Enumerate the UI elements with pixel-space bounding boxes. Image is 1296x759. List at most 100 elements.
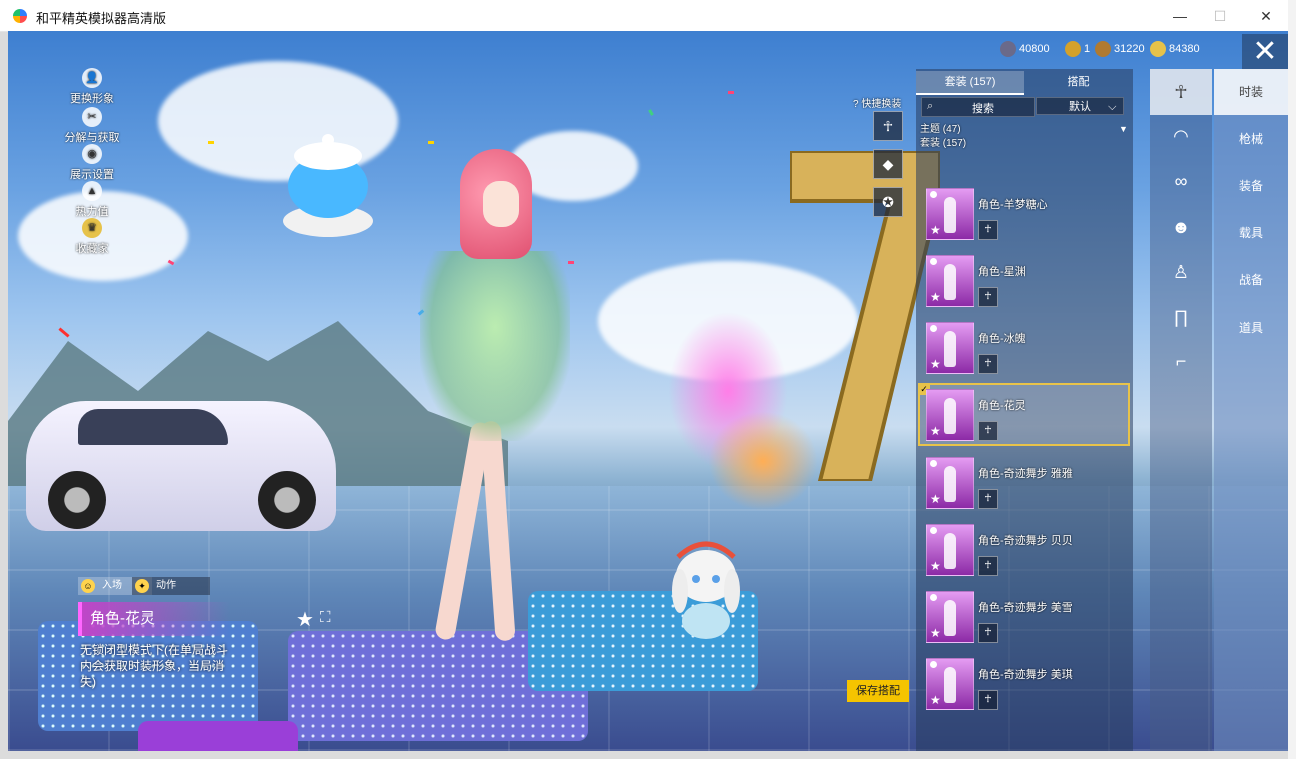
tab-outfits[interactable]: 套装 (157) (916, 71, 1024, 95)
outfit-item-6[interactable]: ★ 角色-奇迹舞步 贝贝 ☥ (920, 520, 1128, 582)
currency-diamond: 84380 (1150, 41, 1200, 59)
top-icon: ♙ (1172, 262, 1190, 282)
confetti (728, 91, 734, 94)
quick-slot-2[interactable]: ◆ (873, 149, 903, 179)
category-top[interactable]: ♙ (1150, 249, 1212, 295)
diamond-icon (1150, 41, 1166, 57)
bunny-companion (672, 541, 740, 639)
category-mask[interactable]: ☻ (1150, 204, 1212, 250)
currency-coin: 1 (1065, 41, 1090, 59)
floating-pet (283, 134, 373, 237)
category-full-body[interactable]: ☥ (1150, 69, 1212, 115)
medal-icon (1095, 41, 1111, 57)
car-wheel (48, 471, 106, 529)
outfit-thumbnail: ★ (926, 524, 974, 576)
character-face (483, 181, 519, 227)
figure-icon[interactable]: ☥ (978, 556, 998, 576)
menu-decompose[interactable]: ✂ 分解与获取 (62, 107, 122, 145)
star-icon: ★ (930, 223, 941, 237)
star-icon: ★ (930, 559, 941, 573)
car-window (78, 409, 228, 445)
maximize-button[interactable]: ☐ (1200, 6, 1240, 26)
close-wardrobe-button[interactable]: ✕ (1242, 34, 1288, 70)
quick-slot-3[interactable]: ✪ (873, 187, 903, 217)
figure-icon[interactable]: ☥ (978, 287, 998, 307)
outfit-thumbnail: ★ (926, 322, 974, 374)
outfit-thumbnail: ★ (926, 188, 974, 240)
category-pants[interactable]: ∏ (1150, 294, 1212, 340)
close-window-button[interactable]: ✕ (1246, 6, 1286, 26)
outfit-description: 无锁闭型模式下(在单局战斗内会获取时装形象，当局消失) (80, 643, 228, 689)
wardrobe-tabs: 套装 (157) 搭配 (916, 71, 1133, 95)
star-icon[interactable]: ★ (296, 607, 314, 632)
nav-equipment[interactable]: 装备 (1214, 163, 1288, 209)
figure-icon[interactable]: ☥ (978, 623, 998, 643)
currency-medal: 31220 (1095, 41, 1145, 59)
menu-collector[interactable]: ♛ 收藏家 (62, 218, 122, 256)
filter-dropdown-arrow-icon[interactable]: ▼ (1119, 124, 1128, 134)
nav-guns[interactable]: 枪械 (1214, 116, 1288, 162)
star-icon: ★ (930, 626, 941, 640)
pants-icon: ∏ (1173, 307, 1189, 327)
app-logo-icon (13, 9, 27, 23)
outfit-item-1[interactable]: ★ 角色-羊梦糖心 ☥ (920, 184, 1128, 246)
quick-slot-1[interactable]: ☥ (873, 111, 903, 141)
star-icon: ★ (930, 693, 941, 707)
nav-vehicles[interactable]: 载具 (1214, 210, 1288, 256)
token-icon (1000, 41, 1016, 57)
crown-badge-icon: ♛ (82, 218, 102, 238)
figure-icon[interactable]: ☥ (978, 220, 998, 240)
figure-icon: ☥ (882, 118, 894, 134)
window-title: 和平精英模拟器高清版 (36, 11, 167, 26)
confetti (428, 141, 434, 144)
outfit-item-3[interactable]: ★ 角色-冰魄 ☥ (920, 318, 1128, 380)
outfit-thumbnail: ★ (926, 255, 974, 307)
nav-combat-gear[interactable]: 战备 (1214, 257, 1288, 303)
save-outfit-button[interactable]: 保存搭配 (847, 680, 909, 702)
sort-dropdown[interactable]: 默认 ⌵ (1036, 97, 1124, 115)
outfit-thumbnail: ★ (926, 591, 974, 643)
nav-props[interactable]: 道具 (1214, 305, 1288, 351)
smile-icon: ☺ (81, 579, 95, 593)
expand-icon[interactable]: ⛶ (320, 609, 331, 626)
cap-icon: ◠ (1173, 126, 1189, 146)
menu-display-settings[interactable]: ◉ 展示设置 (62, 144, 122, 182)
coin-icon (1065, 41, 1081, 57)
glasses-icon: ∞ (1174, 171, 1188, 191)
tab-combos[interactable]: 搭配 (1024, 71, 1133, 93)
car-wheel (258, 471, 316, 529)
scissors-icon: ✂ (82, 107, 102, 127)
confetti (208, 141, 214, 144)
minimize-button[interactable]: — (1160, 6, 1200, 26)
filter-theme[interactable]: 主题 (47) (920, 123, 1126, 137)
search-input[interactable]: ⌕ 搜索 (921, 97, 1035, 117)
figure-icon[interactable]: ☥ (978, 354, 998, 374)
filter-list[interactable]: 主题 (47) 套装 (157) (920, 123, 1126, 151)
figure-icon[interactable]: ☥ (978, 690, 998, 710)
character-dress (420, 251, 570, 441)
tab-action[interactable]: ✦ 动作 (132, 577, 210, 595)
outfit-item-4-selected[interactable]: ✓ ★ 角色-花灵 ☥ (918, 383, 1130, 446)
nav-fashion[interactable]: 时装 (1214, 69, 1288, 115)
outfit-item-2[interactable]: ★ 角色-星渊 ☥ (920, 251, 1128, 313)
full-body-icon: ☥ (1174, 82, 1188, 102)
quick-switch-label: ? 快捷换装 (853, 99, 902, 110)
star-icon: ★ (930, 290, 941, 304)
outfit-thumbnail: ★ (926, 389, 974, 441)
menu-change-appearance[interactable]: 👤 更换形象 (62, 68, 122, 106)
outfit-thumbnail: ★ (926, 457, 974, 509)
category-shoes[interactable]: ⌐ (1150, 338, 1212, 384)
category-glasses[interactable]: ∞ (1150, 158, 1212, 204)
figure-icon[interactable]: ☥ (978, 421, 998, 441)
menu-heat-value[interactable]: ▲ 热力值 (62, 181, 122, 219)
action-icon: ✦ (135, 579, 149, 593)
figure-icon[interactable]: ☥ (978, 489, 998, 509)
category-cap[interactable]: ◠ (1150, 113, 1212, 159)
outfit-item-5[interactable]: ★ 角色-奇迹舞步 雅雅 ☥ (920, 453, 1128, 515)
filter-suits[interactable]: 套装 (157) (920, 137, 1126, 151)
star-icon: ★ (930, 424, 941, 438)
confetti (648, 109, 654, 116)
person-icon: 👤 (82, 68, 102, 88)
outfit-item-8[interactable]: ★ 角色-奇迹舞步 美琪 ☥ (920, 654, 1128, 716)
outfit-item-7[interactable]: ★ 角色-奇迹舞步 美雪 ☥ (920, 587, 1128, 649)
